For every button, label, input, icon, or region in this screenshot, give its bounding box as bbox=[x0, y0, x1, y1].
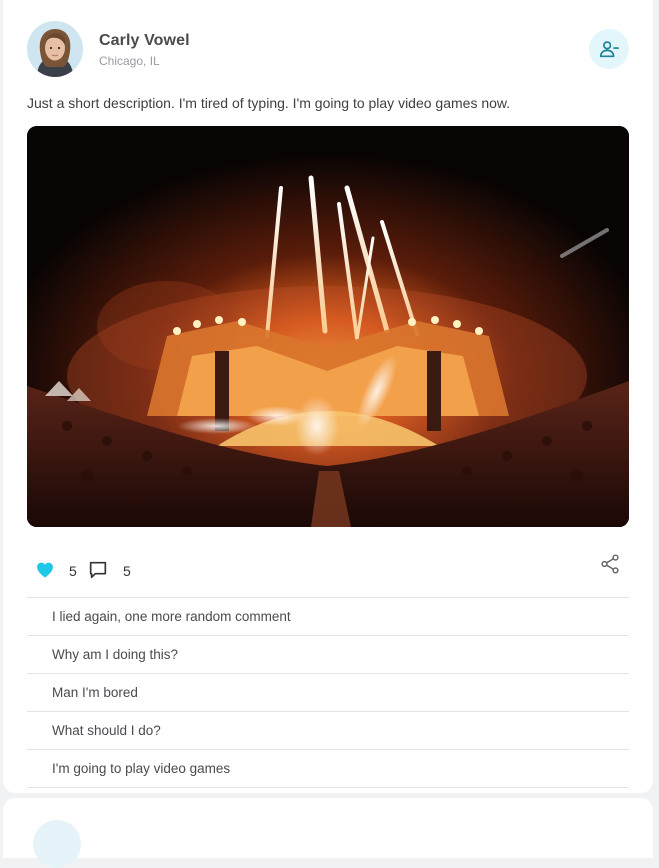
post-description: Just a short description. I'm tired of t… bbox=[27, 95, 511, 111]
avatar[interactable] bbox=[33, 820, 81, 868]
post-card: Carly Vowel Chicago, IL Just a short des… bbox=[3, 0, 653, 793]
next-post-card bbox=[3, 798, 653, 868]
comment-item[interactable]: Man I'm bored bbox=[27, 674, 629, 712]
comment-item[interactable]: I lied again, one more random comment bbox=[27, 598, 629, 636]
concert-fireworks-photo bbox=[27, 126, 629, 527]
heart-icon[interactable] bbox=[35, 560, 55, 580]
comment-list: I lied again, one more random comment Wh… bbox=[27, 597, 629, 788]
share-icon[interactable] bbox=[599, 553, 621, 575]
avatar-photo bbox=[27, 21, 83, 77]
user-minus-icon bbox=[599, 41, 619, 58]
avatar[interactable] bbox=[27, 21, 83, 77]
post-header: Carly Vowel Chicago, IL bbox=[27, 21, 629, 77]
author-name[interactable]: Carly Vowel bbox=[99, 32, 190, 50]
comment-item[interactable]: I'm going to play video games bbox=[27, 750, 629, 788]
unfollow-button[interactable] bbox=[589, 29, 629, 69]
comment-bubble-icon[interactable] bbox=[87, 559, 109, 581]
comment-count: 5 bbox=[123, 563, 131, 579]
post-image[interactable] bbox=[27, 126, 629, 527]
post-actions: 5 5 bbox=[27, 553, 629, 587]
author-location: Chicago, IL bbox=[99, 54, 160, 68]
like-count: 5 bbox=[69, 563, 77, 579]
comment-item[interactable]: What should I do? bbox=[27, 712, 629, 750]
comment-item[interactable]: Why am I doing this? bbox=[27, 636, 629, 674]
